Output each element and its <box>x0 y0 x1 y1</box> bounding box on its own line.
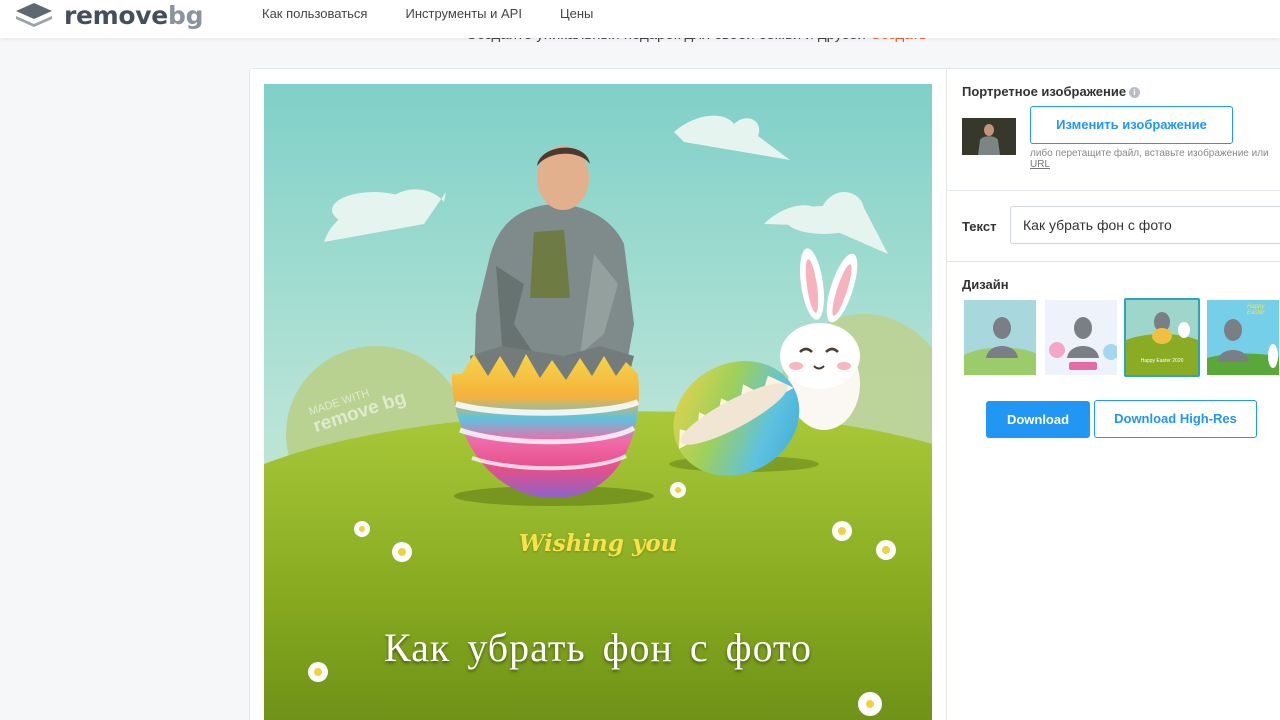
portrait-thumbnail-image <box>962 118 1016 155</box>
card-preview: MADE WITH remove bg Wishing you Как убра… <box>264 84 932 720</box>
upload-hint-text: либо перетащите файл, вставьте изображен… <box>1030 148 1269 159</box>
design-picker: Happy Easter 2020 Happy Easter <box>962 298 1280 377</box>
text-label: Текст <box>962 219 997 234</box>
section-divider-2 <box>947 261 1280 262</box>
logo-text: removebg <box>64 3 203 28</box>
change-image-button[interactable]: Изменить изображение <box>1030 106 1233 144</box>
nav-how-to[interactable]: Как пользоваться <box>262 6 367 21</box>
portrait-label-text: Портретное изображение <box>962 84 1127 99</box>
design-option-2[interactable] <box>1043 298 1119 377</box>
logo[interactable]: removebg <box>14 0 203 30</box>
design-option-1[interactable] <box>962 298 1038 377</box>
logo-text-main: remove <box>64 0 168 30</box>
design-caption-4: Happy Easter <box>1247 304 1265 316</box>
design-preview-1 <box>964 300 1036 375</box>
download-button[interactable]: Download <box>986 401 1090 438</box>
top-header: removebg Как пользоваться Инструменты и … <box>0 0 1280 38</box>
design-option-3[interactable]: Happy Easter 2020 <box>1124 298 1200 377</box>
design-option-4[interactable]: Happy Easter <box>1205 298 1280 377</box>
upload-hint: либо перетащите файл, вставьте изображен… <box>1030 148 1275 170</box>
url-link[interactable]: URL <box>1030 159 1050 170</box>
nav-pricing[interactable]: Цены <box>560 6 593 21</box>
info-icon[interactable]: i <box>1129 87 1141 99</box>
design-caption-3: Happy Easter 2020 <box>1140 358 1184 364</box>
download-high-res-button[interactable]: Download High-Res <box>1094 400 1257 438</box>
portrait-label: Портретное изображение i <box>962 84 1141 99</box>
card-text-input[interactable]: Как убрать фон с фото <box>1010 206 1280 244</box>
logo-layers-icon <box>16 3 52 27</box>
main-nav: Как пользоваться Инструменты и API Цены <box>262 6 593 21</box>
wishing-you-text: Wishing you <box>518 530 678 557</box>
portrait-thumbnail <box>962 118 1016 155</box>
nav-tools-api[interactable]: Инструменты и API <box>405 6 522 21</box>
design-preview-2 <box>1045 300 1117 375</box>
section-divider-1 <box>947 190 1280 191</box>
design-label: Дизайн <box>962 277 1009 292</box>
card-title-text: Как убрать фон с фото <box>383 625 813 670</box>
panel-divider <box>946 69 947 720</box>
logo-text-accent: bg <box>167 0 204 30</box>
